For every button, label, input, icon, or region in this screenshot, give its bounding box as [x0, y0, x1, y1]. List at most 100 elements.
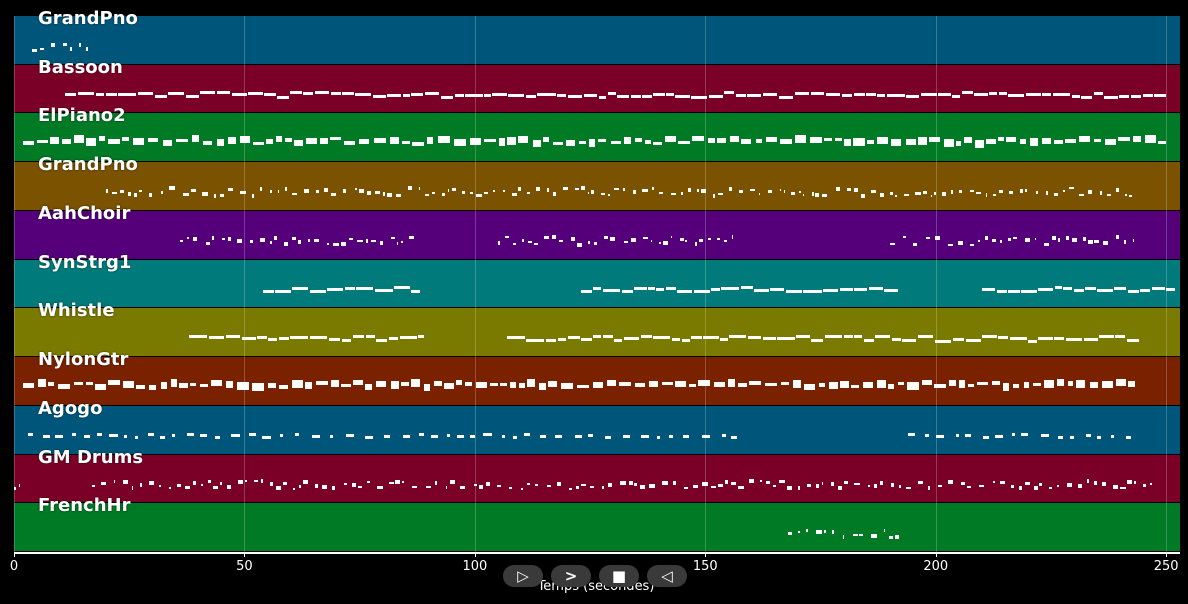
- stop-button[interactable]: ■: [599, 565, 639, 587]
- note: [1126, 339, 1139, 343]
- note: [1007, 237, 1011, 241]
- note: [727, 379, 736, 388]
- note: [365, 239, 368, 244]
- note: [395, 479, 401, 484]
- note: [903, 193, 910, 196]
- note: [341, 338, 352, 342]
- note: [131, 486, 134, 491]
- note: [888, 535, 893, 539]
- note: [642, 94, 653, 98]
- note: [411, 485, 418, 488]
- note: [580, 290, 593, 294]
- note: [345, 433, 354, 437]
- note: [780, 381, 789, 385]
- note: [883, 529, 886, 533]
- note: [1067, 381, 1074, 387]
- play-button[interactable]: ▷: [503, 565, 543, 587]
- note: [534, 483, 539, 486]
- note: [575, 188, 580, 191]
- note: [798, 530, 801, 533]
- note: [944, 138, 954, 147]
- note: [1115, 188, 1119, 193]
- note: [879, 192, 884, 197]
- note: [624, 136, 631, 144]
- note: [810, 92, 825, 95]
- note: [815, 192, 819, 197]
- note: [755, 139, 763, 144]
- track-row: [14, 454, 1180, 503]
- note: [613, 338, 623, 342]
- note: [108, 379, 120, 385]
- note: [62, 42, 68, 46]
- note: [162, 140, 173, 147]
- note: [639, 485, 646, 490]
- note: [884, 289, 898, 293]
- x-tick: [474, 552, 476, 557]
- note: [315, 380, 328, 385]
- note: [840, 381, 849, 389]
- note: [532, 139, 541, 147]
- note: [1008, 94, 1025, 98]
- note: [674, 381, 686, 388]
- note: [276, 136, 283, 143]
- note: [509, 486, 513, 489]
- note: [464, 381, 472, 386]
- note: [485, 481, 491, 486]
- note: [830, 482, 835, 487]
- note: [747, 335, 762, 339]
- note: [723, 90, 735, 94]
- note: [434, 381, 443, 387]
- rewind-button[interactable]: ◁: [647, 565, 687, 587]
- note: [423, 383, 430, 391]
- note: [650, 240, 653, 243]
- note: [854, 187, 858, 192]
- note: [427, 137, 434, 145]
- note: [169, 487, 172, 490]
- note: [122, 136, 129, 141]
- note: [590, 190, 595, 195]
- forward-button[interactable]: >: [551, 565, 591, 587]
- note: [1025, 237, 1030, 242]
- note: [221, 237, 225, 240]
- note: [248, 92, 263, 96]
- note: [1053, 193, 1059, 197]
- note: [920, 92, 937, 96]
- track-row: [14, 259, 1180, 308]
- note: [375, 380, 387, 387]
- note: [504, 236, 510, 239]
- note: [202, 192, 208, 197]
- note: [1028, 339, 1037, 343]
- note: [1054, 285, 1062, 289]
- note: [518, 383, 525, 389]
- note: [568, 487, 573, 490]
- forward-icon: >: [564, 567, 578, 585]
- note: [553, 141, 564, 145]
- note: [1126, 436, 1132, 440]
- note: [275, 486, 281, 491]
- note: [64, 93, 77, 97]
- note: [617, 94, 630, 98]
- note: [498, 137, 506, 146]
- note: [792, 379, 801, 388]
- note: [754, 289, 769, 293]
- note: [1088, 189, 1093, 194]
- note: [602, 485, 604, 489]
- note: [1117, 137, 1130, 142]
- note: [86, 138, 97, 147]
- note: [921, 379, 932, 385]
- note: [606, 379, 617, 386]
- note: [994, 435, 1003, 439]
- note: [798, 191, 801, 194]
- note: [989, 91, 998, 95]
- note: [113, 479, 116, 483]
- note: [228, 188, 234, 192]
- note: [918, 137, 927, 146]
- track-label: GrandPno: [38, 8, 138, 29]
- note: [84, 434, 91, 438]
- note: [502, 189, 505, 192]
- note: [161, 190, 164, 194]
- x-tick-label: 200: [923, 559, 949, 574]
- note: [527, 378, 535, 387]
- note: [1025, 92, 1041, 96]
- note: [839, 287, 853, 291]
